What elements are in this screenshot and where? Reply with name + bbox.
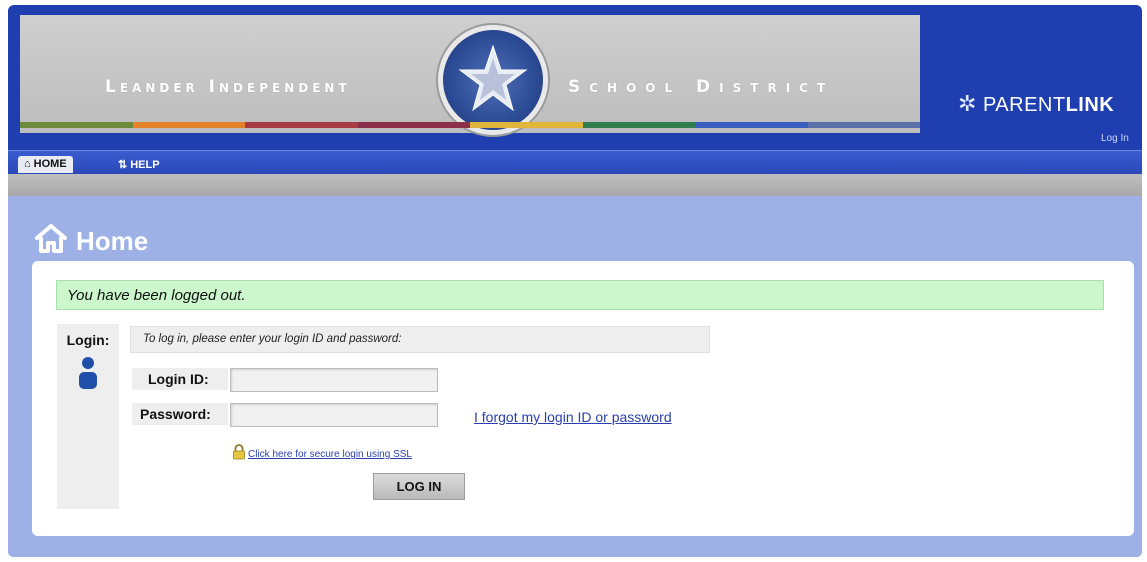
page-title: Home: [34, 223, 148, 260]
brand-prefix: PARENT: [982, 94, 1066, 116]
brand-suffix: LINK: [1065, 94, 1115, 116]
login-sidebar: Login:: [57, 324, 119, 509]
forgot-credentials-link[interactable]: I forgot my login ID or password: [474, 409, 672, 425]
logout-message: You have been logged out.: [56, 280, 1104, 310]
home-icon: ⌂: [24, 158, 31, 170]
app-frame: Leander Independent School District ✲ PAR…: [8, 5, 1142, 557]
nav-bar: ⌂ HOME ⇅ HELP: [8, 150, 1142, 174]
tab-help-label: HELP: [130, 159, 160, 171]
banner-stripe: [470, 122, 583, 128]
parentlink-flake-icon: ✲: [958, 91, 977, 116]
password-label: Password:: [132, 403, 228, 425]
banner-stripe: [582, 122, 695, 128]
tab-help[interactable]: ⇅ HELP: [112, 156, 166, 173]
banner-stripe: [20, 122, 133, 128]
user-icon: [77, 356, 99, 395]
district-name-left: Leander Independent: [105, 77, 351, 97]
top-login-link[interactable]: Log In: [1101, 133, 1129, 144]
login-button[interactable]: LOG IN: [373, 473, 465, 500]
login-panel: You have been logged out. Login: To log …: [32, 261, 1134, 536]
password-input[interactable]: [230, 403, 438, 427]
ssl-login-row: Click here for secure login using SSL: [232, 444, 412, 465]
tab-home[interactable]: ⌂ HOME: [18, 156, 73, 173]
district-banner: Leander Independent School District: [20, 15, 920, 135]
district-name-right: School District: [568, 77, 835, 97]
sub-toolbar: [8, 174, 1142, 196]
parentlink-logo: ✲ PARENTLINK: [958, 91, 1114, 117]
login-id-input[interactable]: [230, 368, 438, 392]
login-label: Login:: [66, 332, 110, 348]
banner-stripe: [132, 122, 245, 128]
login-instructions: To log in, please enter your login ID an…: [130, 326, 710, 353]
ssl-login-link[interactable]: Click here for secure login using SSL: [248, 449, 412, 460]
district-seal-logo: [438, 25, 548, 135]
banner-stripe: [695, 122, 808, 128]
banner-stripe: [245, 122, 358, 128]
page-title-text: Home: [76, 226, 149, 256]
login-id-label: Login ID:: [132, 368, 228, 390]
lock-icon: [232, 444, 246, 465]
tab-home-label: HOME: [33, 158, 67, 170]
help-icon: ⇅: [118, 159, 128, 171]
banner-stripe: [357, 122, 470, 128]
home-title-icon: [34, 223, 68, 260]
banner-color-stripes: [20, 122, 920, 128]
banner-stripe: [807, 122, 920, 128]
